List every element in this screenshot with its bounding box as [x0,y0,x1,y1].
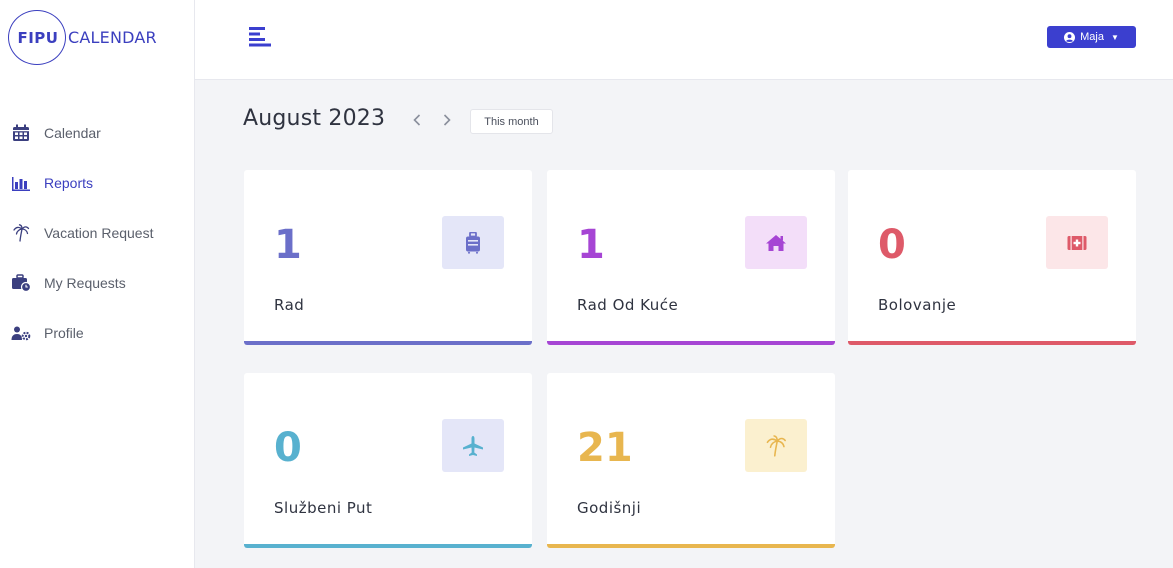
chevron-right-icon[interactable] [440,112,454,128]
sidebar-item-vacation-request[interactable]: Vacation Request [0,208,195,258]
sidebar-item-my-requests[interactable]: My Requests [0,258,195,308]
stat-card-rad-od-kuce: 1 Rad Od Kuće [547,170,835,345]
sidebar-item-reports[interactable]: Reports [0,158,195,208]
stat-label: Bolovanje [878,296,957,314]
app-logo[interactable]: FIPU CALENDAR [8,10,157,65]
this-month-button[interactable]: This month [470,109,553,134]
sidebar-item-profile[interactable]: Profile [0,308,195,358]
sidebar-item-label: Calendar [44,125,101,141]
airplane-icon [442,419,504,472]
sidebar-item-calendar[interactable]: Calendar [0,108,195,158]
card-accent-bar [547,341,835,345]
stat-card-rad: 1 Rad [244,170,532,345]
stat-card-bolovanje: 0 Bolovanje [848,170,1136,345]
users-cog-icon [10,323,32,343]
hamburger-icon[interactable] [249,27,271,47]
sidebar-item-label: Reports [44,175,94,191]
month-title: August 2023 [243,106,386,131]
palm-tree-icon [10,223,32,243]
logo-fipu-text: FIPU [17,28,59,47]
bar-chart-icon [10,173,32,193]
stat-card-godisnji: 21 Godišnji [547,373,835,548]
briefcase-clock-icon [10,273,32,293]
stat-count: 0 [878,222,906,268]
user-menu-button[interactable]: Maja ▼ [1047,26,1136,48]
stat-count: 1 [577,222,605,268]
user-circle-icon [1064,31,1076,43]
stat-count: 1 [274,222,302,268]
sidebar-nav: Calendar Reports Vacation Request My Req… [0,108,195,358]
stat-card-sluzbeni-put: 0 Službeni Put [244,373,532,548]
medical-kit-icon [1046,216,1108,269]
stat-label: Rad [274,296,305,314]
home-icon [745,216,807,269]
sidebar: FIPU CALENDAR Calendar Reports Vacation … [0,0,195,568]
stat-label: Službeni Put [274,499,373,517]
card-accent-bar [848,341,1136,345]
sidebar-item-label: Profile [44,325,84,341]
card-accent-bar [547,544,835,548]
chevron-left-icon[interactable] [410,112,424,128]
sidebar-item-label: My Requests [44,275,126,291]
suitcase-icon [442,216,504,269]
user-name: Maja [1080,31,1104,43]
calendar-icon [10,123,32,143]
stat-label: Rad Od Kuće [577,296,679,314]
stat-count: 21 [577,425,633,471]
stat-count: 0 [274,425,302,471]
card-accent-bar [244,341,532,345]
logo-calendar-text: CALENDAR [68,28,157,47]
sidebar-item-label: Vacation Request [44,225,154,241]
logo-circle: FIPU [8,10,66,65]
stat-label: Godišnji [577,499,642,517]
caret-down-icon: ▼ [1110,32,1119,42]
card-accent-bar [244,544,532,548]
topbar: Maja ▼ [195,0,1173,80]
palm-tree-icon [745,419,807,472]
